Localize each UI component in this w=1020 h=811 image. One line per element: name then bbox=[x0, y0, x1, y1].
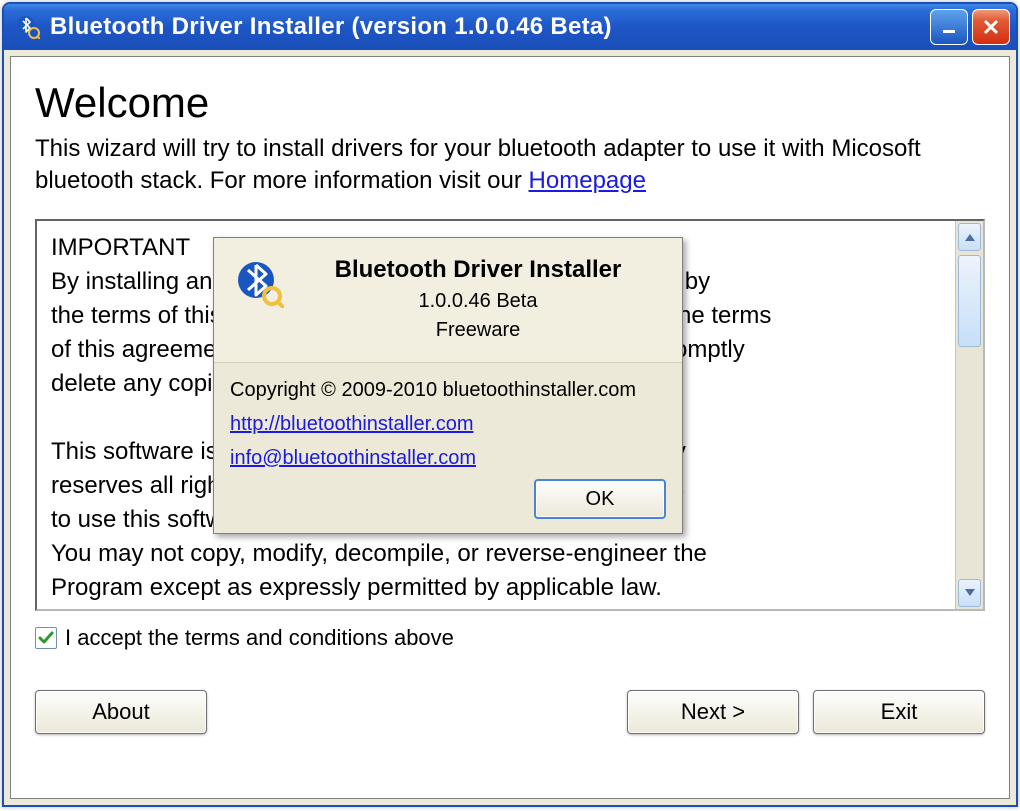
scroll-down-button[interactable] bbox=[958, 579, 981, 607]
about-ok-button[interactable]: OK bbox=[534, 479, 666, 519]
button-row: About Next > Exit bbox=[35, 690, 985, 734]
about-button[interactable]: About bbox=[35, 690, 207, 734]
main-window: Bluetooth Driver Installer (version 1.0.… bbox=[2, 2, 1018, 807]
accept-row: I accept the terms and conditions above bbox=[35, 625, 985, 651]
about-header: Bluetooth Driver Installer 1.0.0.46 Beta… bbox=[214, 238, 682, 363]
close-button[interactable] bbox=[972, 9, 1010, 45]
intro-pre: This wizard will try to install drivers … bbox=[35, 135, 921, 194]
about-email-link[interactable]: info@bluetoothinstaller.com bbox=[230, 441, 666, 475]
about-body: Copyright © 2009-2010 bluetoothinstaller… bbox=[214, 363, 682, 533]
bluetooth-icon bbox=[230, 256, 290, 348]
scroll-thumb[interactable] bbox=[958, 255, 981, 347]
about-copyright: Copyright © 2009-2010 bluetoothinstaller… bbox=[230, 373, 666, 407]
about-title: Bluetooth Driver Installer bbox=[290, 256, 666, 284]
accept-label: I accept the terms and conditions above bbox=[65, 625, 454, 651]
scroll-up-button[interactable] bbox=[958, 223, 981, 251]
page-title: Welcome bbox=[35, 79, 985, 127]
minimize-button[interactable] bbox=[930, 9, 968, 45]
homepage-link[interactable]: Homepage bbox=[529, 167, 646, 194]
accept-checkbox[interactable] bbox=[35, 627, 57, 649]
about-dialog: Bluetooth Driver Installer 1.0.0.46 Beta… bbox=[213, 237, 683, 534]
about-center: Bluetooth Driver Installer 1.0.0.46 Beta… bbox=[290, 256, 666, 348]
separator bbox=[35, 675, 985, 676]
scroll-track[interactable] bbox=[958, 253, 981, 577]
about-license-type: Freeware bbox=[290, 319, 666, 342]
exit-button[interactable]: Exit bbox=[813, 690, 985, 734]
client-area: Welcome This wizard will try to install … bbox=[10, 56, 1010, 799]
scrollbar bbox=[955, 221, 983, 609]
intro-text: This wizard will try to install drivers … bbox=[35, 133, 985, 197]
next-button[interactable]: Next > bbox=[627, 690, 799, 734]
window-title: Bluetooth Driver Installer (version 1.0.… bbox=[50, 13, 930, 41]
titlebar: Bluetooth Driver Installer (version 1.0.… bbox=[4, 4, 1016, 50]
about-url-link[interactable]: http://bluetoothinstaller.com bbox=[230, 407, 666, 441]
app-icon bbox=[14, 13, 42, 41]
about-version: 1.0.0.46 Beta bbox=[290, 290, 666, 313]
